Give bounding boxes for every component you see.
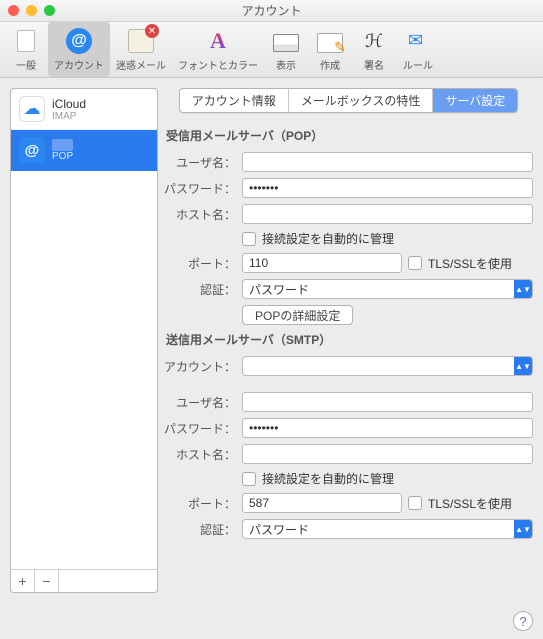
input-pop-user[interactable] — [242, 152, 533, 172]
junk-icon — [127, 27, 155, 55]
label-smtp-user: ユーザ名： — [164, 394, 236, 411]
at-icon: @ — [65, 27, 93, 55]
signature-icon: ℋ — [360, 27, 388, 55]
checkbox-pop-auto[interactable] — [242, 232, 256, 246]
label-pop-user: ユーザ名： — [164, 154, 236, 171]
input-pop-password[interactable] — [242, 178, 533, 198]
account-name — [52, 139, 73, 151]
tabs: アカウント情報 メールボックスの特性 サーバ設定 — [164, 88, 533, 113]
btn-pop-advanced[interactable]: POPの詳細設定 — [242, 305, 353, 325]
label-pop-auth: 認証： — [164, 281, 236, 298]
chevron-updown-icon: ▲▼ — [514, 357, 532, 375]
account-name: iCloud — [52, 97, 86, 111]
general-icon — [12, 27, 40, 55]
fonts-icon: A — [204, 27, 232, 55]
account-row-icloud[interactable]: ☁ iCloud IMAP — [11, 89, 157, 130]
toolbar-fonts[interactable]: A フォントとカラー — [172, 22, 264, 77]
select-smtp-account[interactable]: ▲▼ — [242, 356, 533, 376]
sidebar-footer: + − — [11, 569, 157, 592]
toolbar-accounts[interactable]: @ アカウント — [48, 22, 110, 77]
toolbar-compose[interactable]: 作成 — [308, 22, 352, 77]
label-pop-password: パスワード： — [164, 180, 236, 197]
label-pop-auto: 接続設定を自動的に管理 — [262, 230, 394, 247]
main-content: ☁ iCloud IMAP @ POP + − アカウント情報 — [0, 78, 543, 603]
input-smtp-port[interactable] — [242, 493, 402, 513]
add-account-button[interactable]: + — [11, 570, 35, 592]
account-protocol: POP — [52, 151, 73, 162]
label-pop-port: ポート： — [164, 255, 236, 272]
toolbar-label: フォントとカラー — [178, 57, 258, 72]
settings-panel: アカウント情報 メールボックスの特性 サーバ設定 受信用メールサーバ（POP） … — [164, 88, 533, 593]
label-smtp-account: アカウント： — [164, 358, 236, 375]
at-icon: @ — [19, 137, 45, 163]
display-icon — [272, 27, 300, 55]
accounts-sidebar: ☁ iCloud IMAP @ POP + − — [10, 88, 158, 593]
toolbar-rules[interactable]: ルール — [396, 22, 440, 77]
checkbox-smtp-auto[interactable] — [242, 472, 256, 486]
section-title-pop: 受信用メールサーバ（POP） — [166, 127, 533, 144]
window-footer: ? — [0, 603, 543, 639]
toolbar: 一般 @ アカウント 迷惑メール A フォントとカラー 表示 作成 ℋ 署名 ル… — [0, 22, 543, 78]
label-smtp-host: ホスト名： — [164, 446, 236, 463]
chevron-updown-icon: ▲▼ — [514, 520, 532, 538]
input-smtp-user[interactable] — [242, 392, 533, 412]
titlebar: アカウント — [0, 0, 543, 22]
remove-account-button[interactable]: − — [35, 570, 59, 592]
section-title-smtp: 送信用メールサーバ（SMTP） — [166, 331, 533, 348]
label-smtp-auth: 認証： — [164, 521, 236, 538]
select-value: パスワード — [243, 521, 514, 538]
select-value: パスワード — [243, 281, 514, 298]
rules-icon — [404, 27, 432, 55]
toolbar-general[interactable]: 一般 — [4, 22, 48, 77]
chevron-updown-icon: ▲▼ — [514, 280, 532, 298]
label-pop-tls: TLS/SSLを使用 — [428, 255, 512, 272]
toolbar-display[interactable]: 表示 — [264, 22, 308, 77]
toolbar-label: アカウント — [54, 57, 104, 72]
input-smtp-host[interactable] — [242, 444, 533, 464]
checkbox-smtp-tls[interactable] — [408, 496, 422, 510]
checkbox-pop-tls[interactable] — [408, 256, 422, 270]
label-smtp-tls: TLS/SSLを使用 — [428, 495, 512, 512]
input-pop-host[interactable] — [242, 204, 533, 224]
account-row-pop[interactable]: @ POP — [11, 130, 157, 171]
toolbar-label: 迷惑メール — [116, 57, 166, 72]
toolbar-signature[interactable]: ℋ 署名 — [352, 22, 396, 77]
account-protocol: IMAP — [52, 111, 86, 122]
account-list: ☁ iCloud IMAP @ POP — [11, 89, 157, 569]
select-smtp-auth[interactable]: パスワード ▲▼ — [242, 519, 533, 539]
label-smtp-password: パスワード： — [164, 420, 236, 437]
select-pop-auth[interactable]: パスワード ▲▼ — [242, 279, 533, 299]
toolbar-label: 一般 — [16, 57, 36, 72]
tab-mailbox-behavior[interactable]: メールボックスの特性 — [289, 89, 434, 112]
toolbar-label: 表示 — [276, 57, 296, 72]
tab-account-info[interactable]: アカウント情報 — [180, 89, 289, 112]
toolbar-label: 署名 — [364, 57, 384, 72]
help-button[interactable]: ? — [513, 611, 533, 631]
compose-icon — [316, 27, 344, 55]
tab-server-settings[interactable]: サーバ設定 — [433, 89, 517, 112]
window-title: アカウント — [0, 2, 543, 19]
label-pop-host: ホスト名： — [164, 206, 236, 223]
toolbar-label: 作成 — [320, 57, 340, 72]
input-smtp-password[interactable] — [242, 418, 533, 438]
label-smtp-port: ポート： — [164, 495, 236, 512]
toolbar-label: ルール — [403, 57, 433, 72]
toolbar-junk[interactable]: 迷惑メール — [110, 22, 172, 77]
input-pop-port[interactable] — [242, 253, 402, 273]
cloud-icon: ☁ — [19, 96, 45, 122]
label-smtp-auto: 接続設定を自動的に管理 — [262, 470, 394, 487]
